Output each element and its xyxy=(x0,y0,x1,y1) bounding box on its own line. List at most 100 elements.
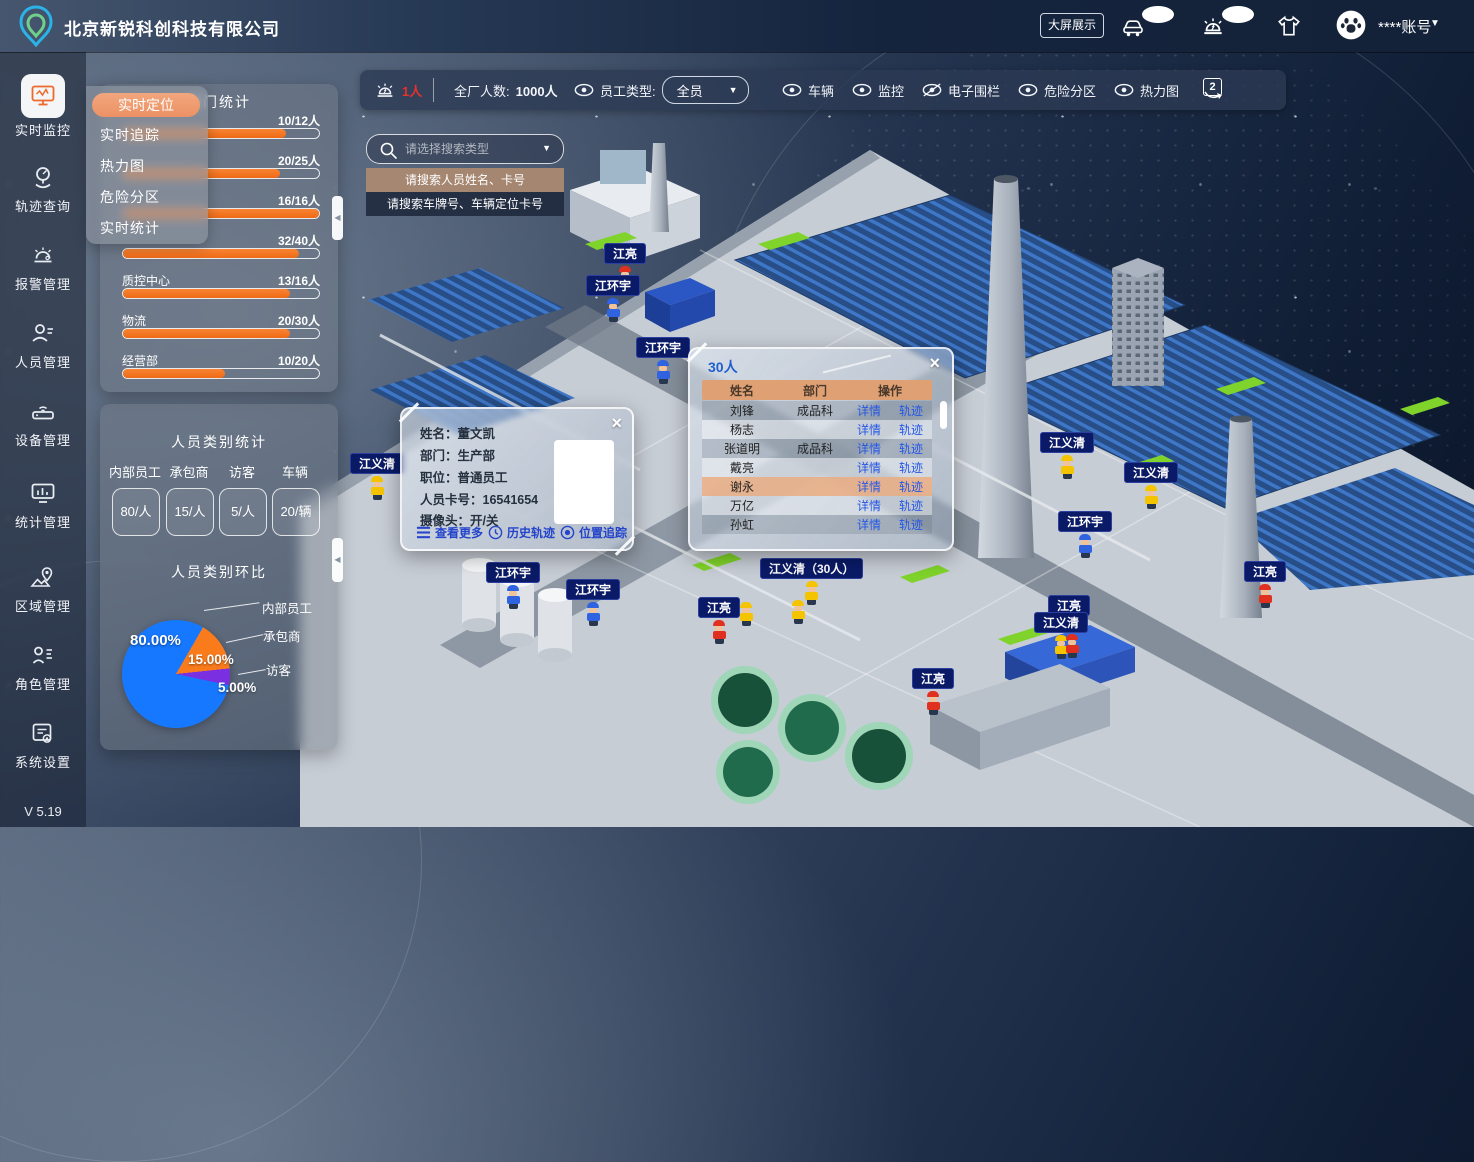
map-person-marker[interactable]: 江义清 xyxy=(1040,432,1094,479)
marker-label[interactable]: 江义清 xyxy=(1034,612,1088,633)
big-screen-button[interactable]: 大屏展示 xyxy=(1040,13,1104,38)
table-row[interactable]: 张道明成品科 详情轨迹 xyxy=(702,439,932,458)
track-link[interactable]: 轨迹 xyxy=(899,478,923,495)
marker-label[interactable]: 江环宇 xyxy=(636,337,690,358)
submenu-item-realtime-follow[interactable]: 实时追踪 xyxy=(100,125,160,145)
category-count-vehicle[interactable]: 20/辆 xyxy=(272,488,320,536)
marker-label[interactable]: 江义清 xyxy=(1124,462,1178,483)
marker-label[interactable]: 江环宇 xyxy=(486,562,540,583)
map-person-marker[interactable]: 江义清 xyxy=(1124,462,1178,509)
scrollbar-thumb[interactable] xyxy=(940,401,947,429)
sidebar-item-system-settings[interactable]: 系统设置 xyxy=(0,720,86,771)
alarm-alert-icon[interactable] xyxy=(1200,14,1226,38)
detail-link[interactable]: 详情 xyxy=(857,440,881,457)
close-icon[interactable]: × xyxy=(611,415,622,431)
map-person-marker[interactable]: 江环宇 xyxy=(566,579,620,626)
track-link[interactable]: 轨迹 xyxy=(899,421,923,438)
paw-icon[interactable] xyxy=(1336,10,1366,40)
sidebar-item-statistics-management[interactable]: 统计管理 xyxy=(0,480,86,531)
detail-link[interactable]: 详情 xyxy=(857,497,881,514)
account-label[interactable]: ****账号 xyxy=(1378,16,1431,37)
track-link[interactable]: 轨迹 xyxy=(899,440,923,457)
detail-link[interactable]: 详情 xyxy=(857,478,881,495)
map-person-marker[interactable]: 江亮 xyxy=(698,597,740,644)
panel-collapse-handle[interactable]: ◀ xyxy=(332,538,343,582)
toggle-heatmap[interactable]: 热力图 xyxy=(1114,70,1179,110)
search-input[interactable] xyxy=(403,136,527,162)
marker-label[interactable]: 江环宇 xyxy=(586,275,640,296)
alarm-indicator[interactable]: 1人 xyxy=(374,70,422,110)
submenu-item-realtime-stats[interactable]: 实时统计 xyxy=(100,218,160,238)
vehicle-alert-icon[interactable] xyxy=(1120,14,1146,38)
track-link[interactable]: 轨迹 xyxy=(899,402,923,419)
submenu-item-danger-zone[interactable]: 危险分区 xyxy=(100,187,160,207)
detail-link[interactable]: 详情 xyxy=(857,459,881,476)
sidebar-item-alarm-management[interactable]: 报警管理 xyxy=(0,242,86,293)
detail-link[interactable]: 详情 xyxy=(857,402,881,419)
submenu-item-heatmap[interactable]: 热力图 xyxy=(100,156,145,176)
table-row-highlighted[interactable]: 谢永 详情轨迹 xyxy=(702,477,932,496)
marker-label[interactable]: 江亮 xyxy=(1244,561,1286,582)
chevron-down-icon[interactable]: ▼ xyxy=(1430,18,1440,29)
lone-worker[interactable] xyxy=(738,600,754,626)
marker-label[interactable]: 江亮 xyxy=(912,668,954,689)
toggle-danger-zone[interactable]: 危险分区 xyxy=(1018,70,1096,110)
position-follow-button[interactable]: 位置追踪 xyxy=(560,524,627,541)
history-track-button[interactable]: 历史轨迹 xyxy=(488,524,555,541)
table-row[interactable]: 戴亮 详情轨迹 xyxy=(702,458,932,477)
marker-label[interactable]: 江环宇 xyxy=(566,579,620,600)
search-box[interactable]: ▼ xyxy=(366,134,564,164)
map-person-marker[interactable]: 江环宇 xyxy=(586,275,640,322)
sidebar-item-role-management[interactable]: 角色管理 xyxy=(0,642,86,693)
table-row[interactable]: 杨志 详情轨迹 xyxy=(702,420,932,439)
map-person-marker[interactable]: 江亮 xyxy=(912,668,954,715)
sidebar-item-personnel-management[interactable]: 人员管理 xyxy=(0,320,86,371)
toggle-efence[interactable]: 电子围栏 xyxy=(922,70,1000,110)
search-option-vehicle[interactable]: 请搜索车牌号、车辆定位卡号 xyxy=(366,192,564,216)
toggle-label: 车辆 xyxy=(808,81,834,100)
close-icon[interactable]: × xyxy=(929,355,940,371)
lone-worker[interactable] xyxy=(790,598,806,624)
table-scrollbar[interactable] xyxy=(940,401,947,531)
track-link[interactable]: 轨迹 xyxy=(899,516,923,533)
map-person-group-marker[interactable]: 江义清（30人） xyxy=(760,558,863,605)
map-person-marker[interactable]: 江环宇 xyxy=(486,562,540,609)
category-count-visitor[interactable]: 5/人 xyxy=(219,488,267,536)
map-person-marker[interactable]: 江亮 xyxy=(1244,561,1286,608)
marker-label[interactable]: 江亮 xyxy=(604,243,646,264)
category-count-contractor[interactable]: 15/人 xyxy=(166,488,214,536)
panel-collapse-handle[interactable]: ◀ xyxy=(332,196,343,240)
category-count-internal[interactable]: 80/人 xyxy=(112,488,160,536)
map-person-marker[interactable]: 江环宇 xyxy=(636,337,690,384)
table-row[interactable]: 万亿 详情轨迹 xyxy=(702,496,932,515)
map-person-marker[interactable]: 江环宇 xyxy=(1058,511,1112,558)
sidebar-item-realtime-monitor[interactable]: 实时监控 xyxy=(0,82,86,139)
sidebar-item-region-management[interactable]: 区域管理 xyxy=(0,564,86,615)
marker-label[interactable]: 江义清（30人） xyxy=(760,558,863,579)
chevron-down-icon[interactable]: ▼ xyxy=(542,143,551,153)
table-row[interactable]: 刘锋成品科 详情轨迹 xyxy=(702,401,932,420)
sidebar-item-device-management[interactable]: 设备管理 xyxy=(0,398,86,449)
search-option-person[interactable]: 请搜索人员姓名、卡号 xyxy=(366,168,564,192)
submenu-item-realtime-location[interactable]: 实时定位 xyxy=(92,93,200,117)
marker-label[interactable]: 江亮 xyxy=(698,597,740,618)
track-link[interactable]: 轨迹 xyxy=(899,497,923,514)
lone-worker[interactable] xyxy=(1064,632,1080,658)
detail-link[interactable]: 详情 xyxy=(857,421,881,438)
sidebar-item-label: 统计管理 xyxy=(0,512,86,531)
marker-label[interactable]: 江环宇 xyxy=(1058,511,1112,532)
marker-label[interactable]: 江义清 xyxy=(1040,432,1094,453)
toggle-monitor[interactable]: 监控 xyxy=(852,70,904,110)
map-person-marker[interactable]: 江义清 xyxy=(350,453,404,500)
marker-label[interactable]: 江义清 xyxy=(350,453,404,474)
eye-icon[interactable] xyxy=(574,83,594,97)
toggle-vehicles[interactable]: 车辆 xyxy=(782,70,834,110)
employee-type-select[interactable]: 全员 ▼ xyxy=(662,76,749,104)
track-link[interactable]: 轨迹 xyxy=(899,459,923,476)
shirt-icon[interactable] xyxy=(1276,13,1302,39)
detail-link[interactable]: 详情 xyxy=(857,516,881,533)
table-row[interactable]: 孙虹 详情轨迹 xyxy=(702,515,932,534)
view-more-button[interactable]: 查看更多 xyxy=(416,524,483,541)
switch-2d-button[interactable]: 2 xyxy=(1202,78,1226,102)
sidebar-item-track-query[interactable]: 轨迹查询 xyxy=(0,164,86,215)
